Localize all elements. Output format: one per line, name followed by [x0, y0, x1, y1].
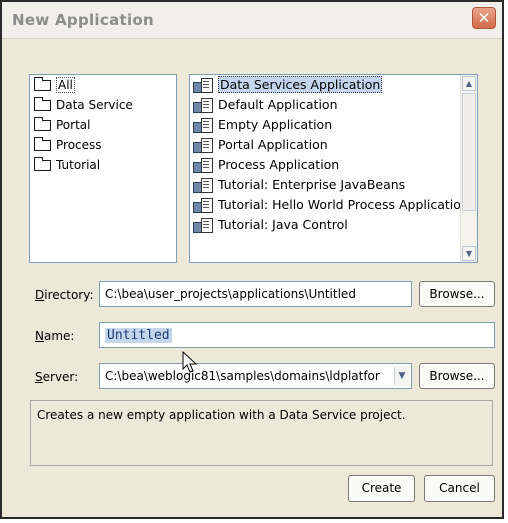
dialog-title: New Application — [12, 11, 154, 29]
application-icon — [193, 77, 213, 93]
application-icon — [193, 117, 213, 133]
category-item-tutorial[interactable]: Tutorial — [30, 155, 176, 175]
folder-icon — [34, 77, 51, 91]
application-item-tutorial-java-control[interactable]: Tutorial: Java Control — [190, 215, 477, 235]
application-item-tutorial-ejb[interactable]: Tutorial: Enterprise JavaBeans — [190, 175, 477, 195]
scroll-up-arrow-icon[interactable]: ▲ — [462, 76, 476, 91]
name-label: Name: — [35, 329, 75, 343]
scroll-down-arrow-icon[interactable]: ▼ — [462, 246, 476, 261]
application-item-data-services[interactable]: Data Services Application — [190, 75, 477, 95]
application-template-list[interactable]: Data Services Application Default Applic… — [189, 74, 478, 263]
application-icon — [193, 177, 213, 193]
category-item-portal[interactable]: Portal — [30, 115, 176, 135]
close-icon: ✕ — [477, 9, 491, 27]
server-label: Server: — [35, 370, 79, 384]
directory-value: C:\bea\user_projects\applications\Untitl… — [105, 287, 356, 301]
category-list[interactable]: All Data Service Portal Process Tutorial — [29, 74, 177, 263]
server-browse-button[interactable]: Browse... — [419, 363, 495, 389]
application-icon — [193, 197, 213, 213]
application-icon — [193, 97, 213, 113]
server-value: C:\bea\weblogic81\samples\domains\ldplat… — [105, 369, 380, 383]
category-item-process[interactable]: Process — [30, 135, 176, 155]
application-label: Tutorial: Enterprise JavaBeans — [218, 177, 406, 192]
name-value: Untitled — [105, 328, 172, 343]
category-item-data-service[interactable]: Data Service — [30, 95, 176, 115]
name-field[interactable]: Untitled — [99, 322, 495, 348]
new-application-dialog: New Application ✕ All Data Service Porta… — [0, 0, 504, 519]
folder-icon — [34, 137, 51, 151]
application-label: Portal Application — [218, 137, 328, 152]
category-label: Process — [56, 138, 102, 152]
description-box: Creates a new empty application with a D… — [30, 400, 493, 466]
create-button[interactable]: Create — [348, 475, 415, 502]
folder-icon — [34, 117, 51, 131]
directory-field[interactable]: C:\bea\user_projects\applications\Untitl… — [99, 281, 412, 307]
application-label: Process Application — [218, 157, 340, 172]
cancel-button[interactable]: Cancel — [424, 475, 495, 502]
application-icon — [193, 137, 213, 153]
folder-icon — [34, 157, 51, 171]
application-item-default[interactable]: Default Application — [190, 95, 477, 115]
description-text: Creates a new empty application with a D… — [37, 408, 406, 422]
vertical-scrollbar[interactable]: ▲ ▼ — [460, 75, 477, 262]
close-button[interactable]: ✕ — [472, 7, 496, 29]
directory-label: Directory: — [35, 288, 94, 302]
folder-icon — [34, 97, 51, 111]
application-label: Tutorial: Java Control — [218, 217, 348, 232]
application-label: Data Services Application — [218, 76, 383, 93]
application-item-tutorial-hello-world[interactable]: Tutorial: Hello World Process Applicatio… — [190, 195, 477, 215]
application-icon — [193, 217, 213, 233]
category-label: Tutorial — [56, 158, 101, 172]
dropdown-arrow-icon[interactable]: ▼ — [394, 367, 409, 385]
application-label: Tutorial: Hello World Process Applicatio… — [218, 197, 469, 212]
mouse-pointer-icon — [182, 351, 198, 373]
application-item-portal[interactable]: Portal Application — [190, 135, 477, 155]
application-item-process[interactable]: Process Application — [190, 155, 477, 175]
application-icon — [193, 157, 213, 173]
category-label: Portal — [56, 118, 91, 132]
scroll-thumb[interactable] — [462, 93, 476, 211]
server-dropdown[interactable]: C:\bea\weblogic81\samples\domains\ldplat… — [99, 363, 412, 389]
application-item-empty[interactable]: Empty Application — [190, 115, 477, 135]
directory-browse-button[interactable]: Browse... — [419, 281, 495, 307]
title-bar[interactable]: New Application ✕ — [2, 2, 502, 39]
category-item-all[interactable]: All — [30, 75, 176, 95]
application-label: Empty Application — [218, 117, 333, 132]
category-label: Data Service — [56, 98, 133, 112]
category-label: All — [56, 77, 75, 93]
application-label: Default Application — [218, 97, 338, 112]
